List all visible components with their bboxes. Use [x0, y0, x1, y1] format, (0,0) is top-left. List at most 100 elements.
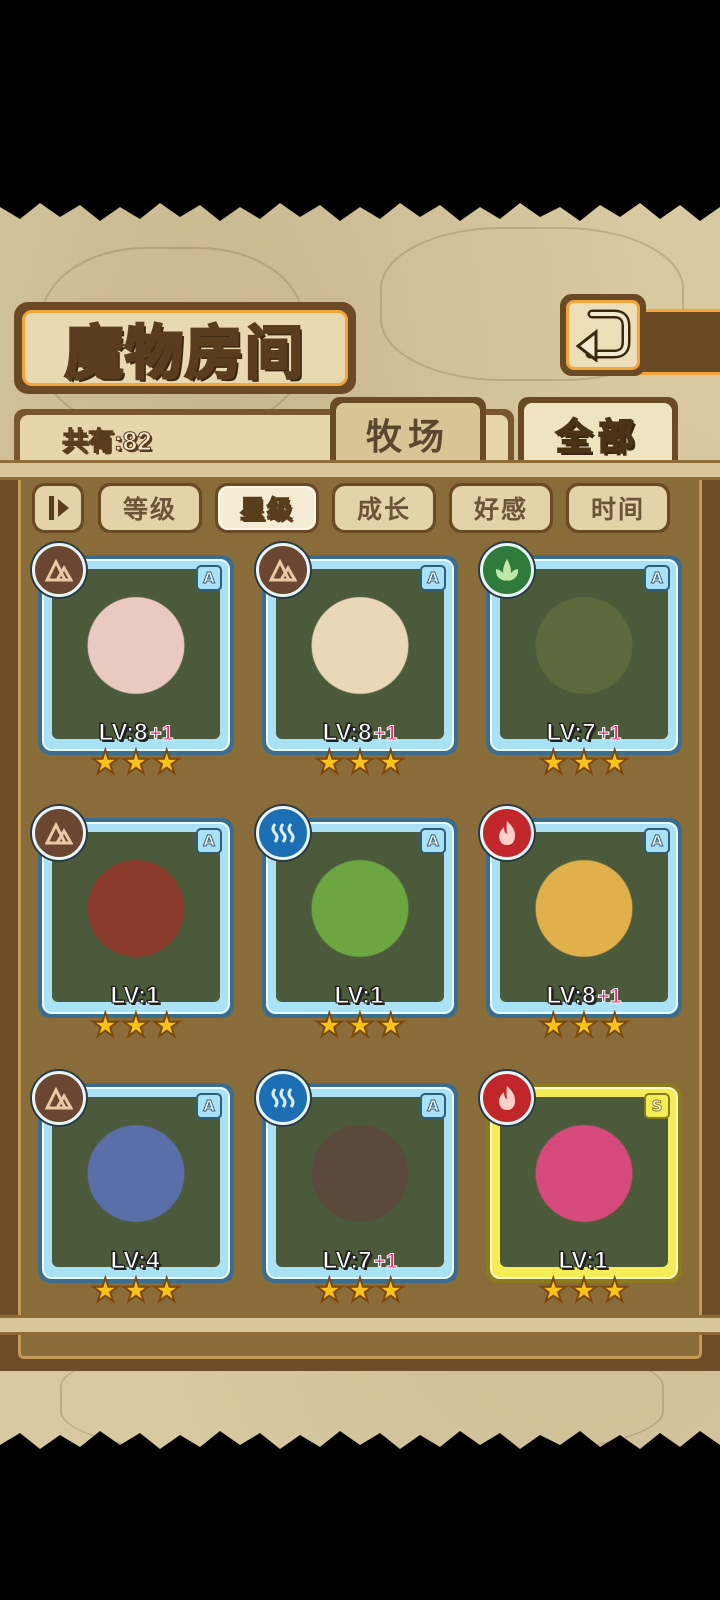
- star-icon: ★: [345, 743, 376, 781]
- rank-badge: A: [196, 828, 222, 854]
- star-icon: ★: [151, 743, 182, 781]
- rank-badge: A: [420, 565, 446, 591]
- earth-icon: [32, 1071, 86, 1125]
- fire-icon: [480, 806, 534, 860]
- monster-card[interactable]: A LV:8+1 ★ ★ ★: [480, 806, 682, 1048]
- rank-badge: S: [644, 1093, 670, 1119]
- sort-time-button[interactable]: 时间: [566, 483, 670, 533]
- monster-portrait: [52, 832, 220, 1002]
- star-rating: ★ ★ ★: [536, 1271, 632, 1309]
- star-icon: ★: [599, 1271, 630, 1309]
- panel-rail-top: [0, 460, 720, 480]
- monster-portrait: [52, 569, 220, 739]
- monster-portrait: [500, 1097, 668, 1267]
- monster-card[interactable]: A LV:8+1 ★ ★ ★: [32, 543, 234, 785]
- star-icon: ★: [599, 1006, 630, 1044]
- monster-card[interactable]: S LV:1 ★ ★ ★: [480, 1071, 682, 1313]
- sort-affection-button[interactable]: 好感: [449, 483, 553, 533]
- monster-card[interactable]: A LV:4 ★ ★ ★: [32, 1071, 234, 1313]
- sort-level-label: 等级: [122, 495, 177, 524]
- star-rating: ★ ★ ★: [88, 1006, 184, 1044]
- tab-ranch-label: 牧场: [365, 416, 450, 458]
- monster-count: 共有:82: [62, 426, 153, 457]
- star-rating: ★ ★ ★: [312, 1006, 408, 1044]
- star-icon: ★: [314, 1006, 345, 1044]
- sort-time-label: 时间: [590, 495, 645, 524]
- star-icon: ★: [90, 743, 121, 781]
- earth-icon: [32, 543, 86, 597]
- sort-growth-button[interactable]: 成长: [332, 483, 436, 533]
- rank-badge: A: [196, 1093, 222, 1119]
- title-plate: 魔物房间: [14, 302, 356, 394]
- sort-order-icon: [49, 496, 69, 520]
- sort-star-button[interactable]: 星级: [215, 483, 319, 533]
- star-rating: ★ ★ ★: [88, 743, 184, 781]
- rank-badge: A: [420, 828, 446, 854]
- star-icon: ★: [538, 1271, 569, 1309]
- water-icon: [256, 806, 310, 860]
- star-icon: ★: [345, 1006, 376, 1044]
- monster-portrait: [500, 832, 668, 1002]
- star-icon: ★: [314, 743, 345, 781]
- star-icon: ★: [538, 743, 569, 781]
- monster-card[interactable]: A LV:1 ★ ★ ★: [256, 806, 458, 1048]
- monster-portrait: [52, 1097, 220, 1267]
- page-title: 魔物房间: [63, 318, 305, 389]
- star-icon: ★: [375, 743, 406, 781]
- monster-portrait: [500, 569, 668, 739]
- game-screen: 魔物房间 共有:82 牧场 全部 等级 星级 成长 好感 时间 A LV:8+1…: [0, 187, 720, 1465]
- star-icon: ★: [345, 1271, 376, 1309]
- star-icon: ★: [151, 1271, 182, 1309]
- rank-badge: A: [196, 565, 222, 591]
- earth-icon: [32, 806, 86, 860]
- monster-card[interactable]: A LV:1 ★ ★ ★: [32, 806, 234, 1048]
- star-icon: ★: [121, 1006, 152, 1044]
- star-rating: ★ ★ ★: [312, 1271, 408, 1309]
- torn-edge-bottom: [0, 1431, 720, 1465]
- sort-star-label: 星级: [239, 494, 294, 525]
- star-rating: ★ ★ ★: [536, 1006, 632, 1044]
- sort-bar: 等级 星级 成长 好感 时间: [28, 483, 692, 539]
- back-button[interactable]: [560, 294, 646, 376]
- star-icon: ★: [569, 1006, 600, 1044]
- star-rating: ★ ★ ★: [88, 1271, 184, 1309]
- panel-rail-bottom: [0, 1315, 720, 1335]
- star-icon: ★: [90, 1271, 121, 1309]
- fire-icon: [480, 1071, 534, 1125]
- back-button-rail: [640, 309, 720, 375]
- star-icon: ★: [121, 743, 152, 781]
- earth-icon: [256, 543, 310, 597]
- monster-portrait: [276, 1097, 444, 1267]
- tab-all-label: 全部: [555, 415, 640, 459]
- star-icon: ★: [538, 1006, 569, 1044]
- star-icon: ★: [314, 1271, 345, 1309]
- monster-card[interactable]: A LV:7+1 ★ ★ ★: [480, 543, 682, 785]
- tab-all[interactable]: 全部: [518, 397, 678, 465]
- star-icon: ★: [569, 743, 600, 781]
- monster-card[interactable]: A LV:8+1 ★ ★ ★: [256, 543, 458, 785]
- star-rating: ★ ★ ★: [536, 743, 632, 781]
- tab-ranch[interactable]: 牧场: [330, 397, 486, 465]
- star-icon: ★: [599, 743, 630, 781]
- rank-badge: A: [644, 828, 670, 854]
- rank-badge: A: [644, 565, 670, 591]
- monster-portrait: [276, 832, 444, 1002]
- back-arrow-icon: [575, 309, 631, 362]
- star-icon: ★: [569, 1271, 600, 1309]
- monster-portrait: [276, 569, 444, 739]
- sort-affection-label: 好感: [473, 495, 528, 524]
- monster-card[interactable]: A LV:7+1 ★ ★ ★: [256, 1071, 458, 1313]
- star-rating: ★ ★ ★: [312, 743, 408, 781]
- rank-badge: A: [420, 1093, 446, 1119]
- nature-icon: [480, 543, 534, 597]
- sort-growth-label: 成长: [356, 495, 411, 524]
- star-icon: ★: [121, 1271, 152, 1309]
- torn-edge-top: [0, 187, 720, 221]
- star-icon: ★: [375, 1271, 406, 1309]
- water-icon: [256, 1071, 310, 1125]
- sort-level-button[interactable]: 等级: [98, 483, 202, 533]
- star-icon: ★: [375, 1006, 406, 1044]
- sort-order-button[interactable]: [32, 483, 84, 533]
- star-icon: ★: [90, 1006, 121, 1044]
- star-icon: ★: [151, 1006, 182, 1044]
